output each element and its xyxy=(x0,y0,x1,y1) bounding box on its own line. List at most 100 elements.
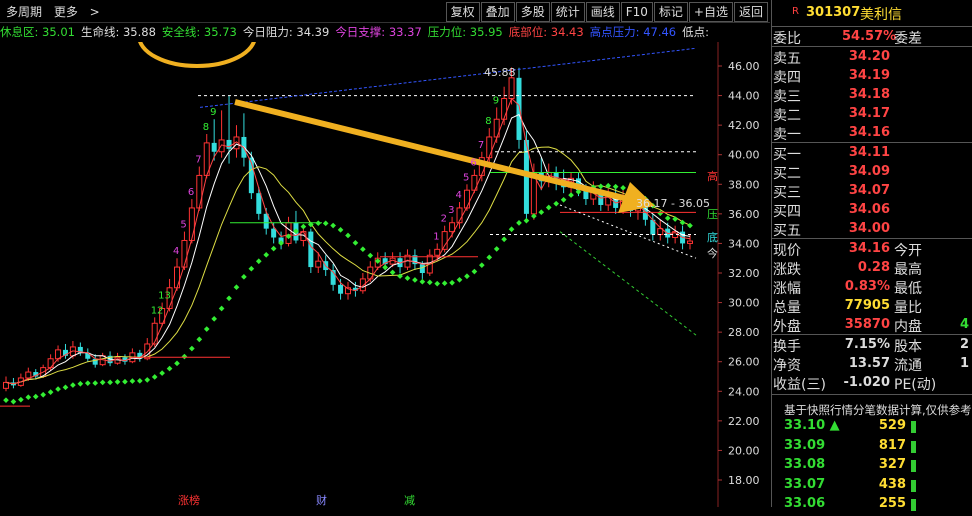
bid-row[interactable]: 买三 34.07 xyxy=(772,181,972,201)
toolbar-button-1[interactable]: 叠加 xyxy=(480,2,515,22)
life-line-dot xyxy=(159,370,165,376)
toolbar-button-7[interactable]: +自选 xyxy=(688,2,733,22)
y-tick-label: 30.00 xyxy=(728,297,760,310)
high-point-label: 45.88 xyxy=(484,66,516,79)
life-line-dot xyxy=(464,273,470,280)
ask-row[interactable]: 卖五 34.20 xyxy=(772,47,972,67)
indicator-5: 压力位: 35.95 xyxy=(427,25,503,39)
event-mark-zhangbang: 涨榜 xyxy=(178,493,200,507)
stat-label2: 流通 xyxy=(894,358,922,374)
bid-row[interactable]: 买一 34.11 xyxy=(772,143,972,163)
annotation-ellipse xyxy=(137,4,257,68)
weibi-row: 委比 54.57% 委差 xyxy=(772,27,972,47)
count-marker: 3 xyxy=(448,205,454,216)
life-line-dot xyxy=(672,216,678,222)
more-label: 更多 xyxy=(53,5,78,19)
bid-row[interactable]: 买五 34.00 xyxy=(772,219,972,239)
event-mark-jian: 减 xyxy=(404,494,415,507)
stat-label2: 今开 xyxy=(894,243,922,259)
tick-price: 33.09 xyxy=(784,437,826,453)
count-marker: 12 xyxy=(151,305,164,316)
count-marker: 8 xyxy=(485,116,491,127)
bid-list: 买一 34.11 买二 34.09 买三 34.07 买四 34.06 买五 34.00 xyxy=(772,143,972,239)
count-marker: 6 xyxy=(470,158,476,169)
indicator-1: 生命线: 35.88 xyxy=(80,25,156,39)
candle-body xyxy=(434,248,441,256)
ask-label: 卖二 xyxy=(773,108,801,124)
count-marker: 8 xyxy=(203,122,209,133)
range-label: 36.17 - 36.05 xyxy=(636,197,710,210)
ma5-line xyxy=(5,113,691,385)
bid-price: 34.09 xyxy=(848,164,890,179)
tick-qty: 817 xyxy=(878,437,906,453)
candle-body xyxy=(449,222,456,233)
more-button[interactable]: 更多 > xyxy=(54,5,100,19)
ask-price: 34.19 xyxy=(848,68,890,83)
kline-chart[interactable]: 46.00 44.00 42.00 40.00 38.00 36.00 34.00 32.00… xyxy=(0,4,770,507)
ask-row[interactable]: 卖四 34.19 xyxy=(772,66,972,86)
life-line-dot xyxy=(456,276,463,283)
life-line-dot xyxy=(516,220,522,226)
ask-row[interactable]: 卖三 34.18 xyxy=(772,85,972,105)
life-line-dot xyxy=(337,226,344,233)
tick-row: 33.09 817 xyxy=(772,438,972,458)
bid-row[interactable]: 买二 34.09 xyxy=(772,162,972,182)
stat-value: 77905 xyxy=(844,298,890,313)
tick-bar xyxy=(911,440,916,453)
stat-row: 总量 77905 量比 xyxy=(772,296,972,316)
stat-label: 收益(三) xyxy=(773,377,826,393)
life-line-dot xyxy=(426,279,433,286)
ask-row[interactable]: 卖一 34.16 xyxy=(772,123,972,143)
toolbar-button-4[interactable]: 画线 xyxy=(585,2,620,22)
stats-list: 现价 34.16 今开 涨跌 0.28 最高 涨幅 0.83% 最低 总量 77905 量比 外盘 358… xyxy=(772,239,972,335)
tick-qty: 255 xyxy=(878,496,906,511)
life-line-dot xyxy=(367,252,374,259)
ask-row[interactable]: 卖二 34.17 xyxy=(772,104,972,124)
ask-label: 卖五 xyxy=(773,51,801,67)
multi-period-button[interactable]: 多周期 xyxy=(6,5,42,19)
stat-label2: PE(动) xyxy=(894,377,937,393)
life-line-dot xyxy=(77,380,84,387)
tick-bar xyxy=(911,479,916,492)
stat-label: 总量 xyxy=(773,300,801,316)
bid-row[interactable]: 买四 34.06 xyxy=(772,200,972,220)
life-line-dot xyxy=(687,222,693,229)
toolbar-button-3[interactable]: 统计 xyxy=(550,2,585,22)
toolbar-button-2[interactable]: 多股 xyxy=(515,2,550,22)
count-marker: 4 xyxy=(456,190,462,201)
tick-qty: 327 xyxy=(878,457,906,472)
life-line-dot xyxy=(62,384,69,391)
life-line-dot xyxy=(486,254,493,261)
life-line-dot xyxy=(478,262,485,268)
indicator-6: 底部位: 34.43 xyxy=(508,25,584,39)
stat-label2: 量比 xyxy=(894,300,922,316)
stat-value: 35870 xyxy=(844,317,890,332)
life-line-dot xyxy=(493,246,500,252)
candle-body xyxy=(516,77,522,140)
tick-list[interactable]: 33.10 ▲ 529 33.09 817 33.08 327 33.07 438 33.06 2… xyxy=(772,418,972,516)
bid-price: 34.11 xyxy=(848,145,890,160)
life-line-dot xyxy=(419,278,426,285)
toolbar-button-8[interactable]: 返回 xyxy=(733,2,768,22)
y-tick-label: 28.00 xyxy=(728,326,760,339)
candle-body xyxy=(226,139,232,149)
stat-row: 涨幅 0.83% 最低 xyxy=(772,277,972,297)
toolbar-button-5[interactable]: F10 xyxy=(620,2,653,22)
toolbar-button-6[interactable]: 标记 xyxy=(653,2,688,22)
ask-list: 卖五 34.20 卖四 34.19 卖三 34.18 卖二 34.17 卖一 34.16 xyxy=(772,47,972,143)
side-mark-gao: 高 xyxy=(707,169,718,183)
kline-svg[interactable]: 46.00 44.00 42.00 40.00 38.00 36.00 34.00 32.00… xyxy=(0,4,770,507)
life-line-dot xyxy=(122,378,128,385)
bid-label: 买四 xyxy=(773,204,801,220)
life-line-dot xyxy=(300,223,307,230)
life-line-dot xyxy=(25,394,32,401)
toolbar-button-0[interactable]: 复权 xyxy=(445,2,480,22)
stats2-list: 换手 7.15% 股本 2 净资 13.57 流通 1 收益(三) -1.020 PE(动) xyxy=(772,335,972,393)
life-line-dot xyxy=(538,209,545,216)
y-tick-label: 24.00 xyxy=(728,385,760,398)
bid-label: 买二 xyxy=(773,166,801,182)
stat-value: 7.15% xyxy=(844,337,890,352)
ask-price: 34.16 xyxy=(848,125,890,140)
candle-body xyxy=(47,358,54,369)
candle-body xyxy=(308,231,314,268)
